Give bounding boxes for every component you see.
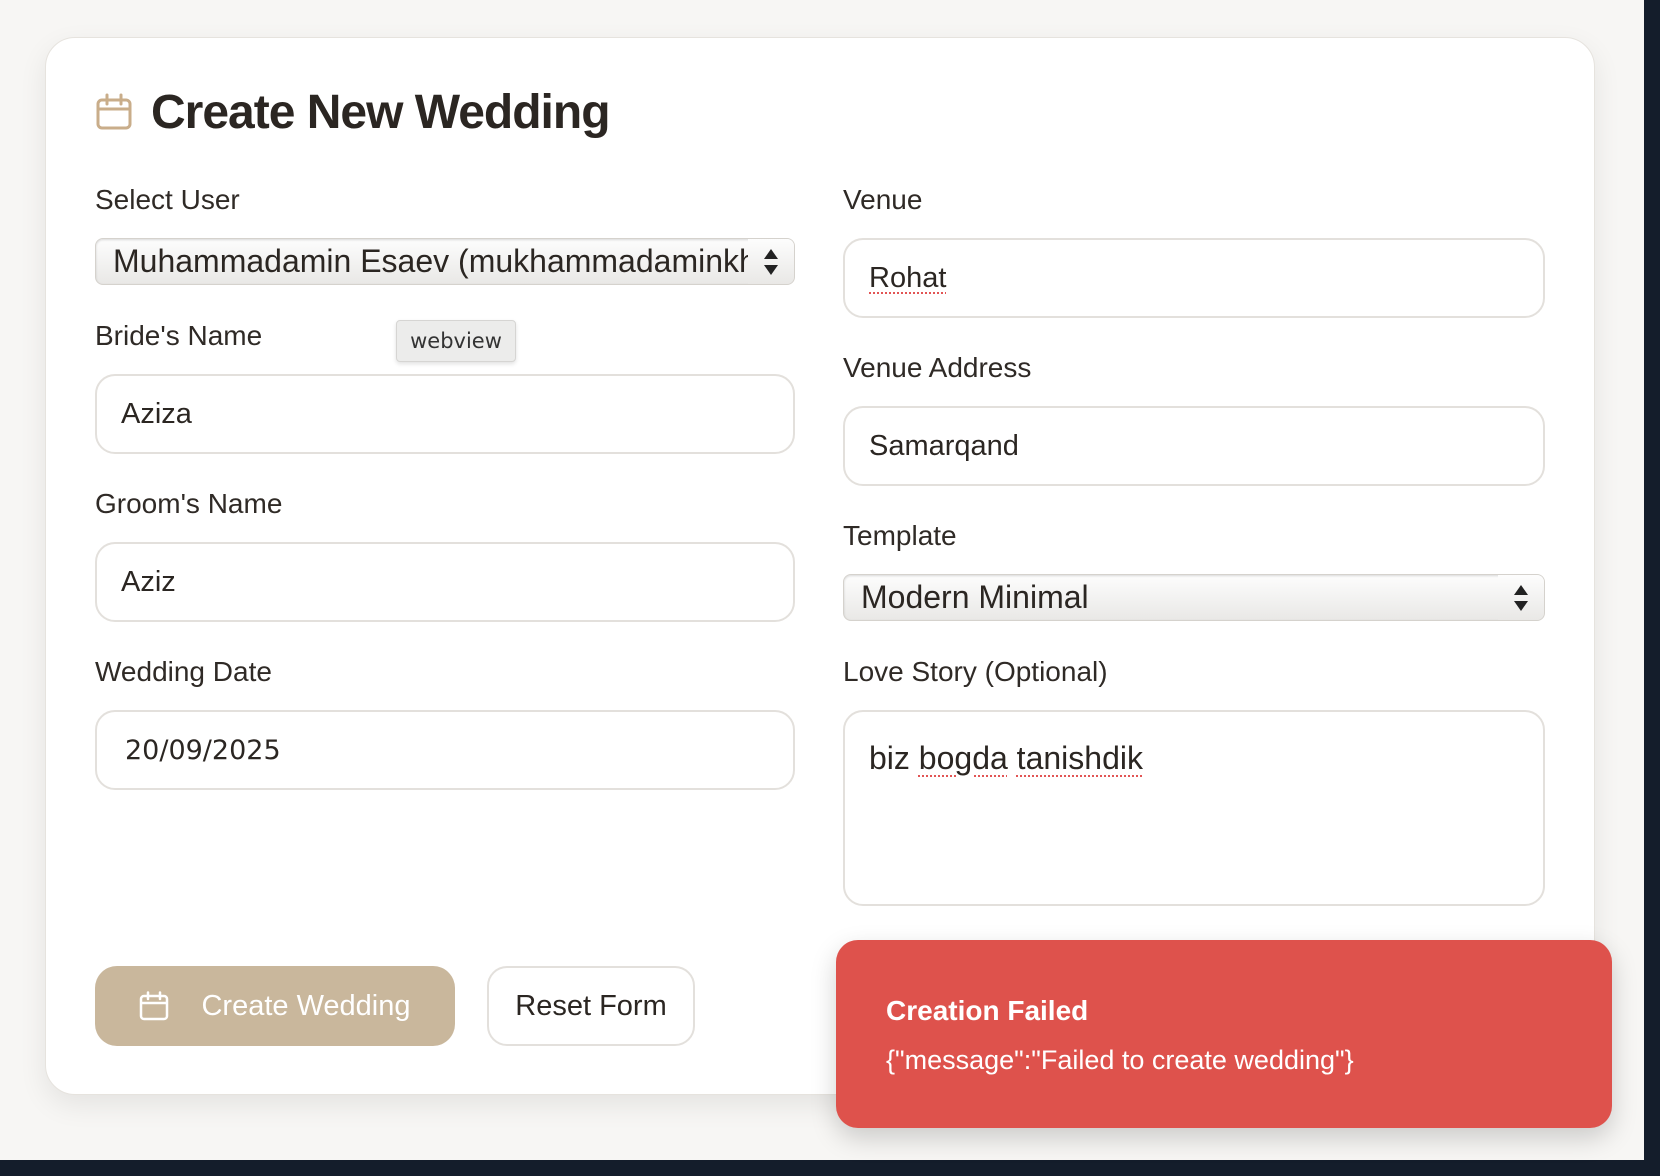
page-title: Create New Wedding	[151, 85, 611, 139]
wedding-date-value: 20/09/2025	[125, 734, 281, 766]
select-user-dropdown[interactable]: Muhammadamin Esaev (mukhammadaminkhoja	[95, 238, 795, 285]
select-user-value: Muhammadamin Esaev (mukhammadaminkhoja	[113, 243, 748, 279]
venue-value: Rohat	[869, 261, 947, 294]
venue-address-label: Venue Address	[843, 352, 1032, 383]
error-toast[interactable]: Creation Failed {"message":"Failed to cr…	[836, 940, 1612, 1128]
groom-name-input[interactable]: Aziz	[95, 542, 795, 622]
venue-input[interactable]: Rohat	[843, 238, 1545, 318]
window-edge-bottom	[0, 1160, 1660, 1176]
window-edge-right	[1644, 0, 1660, 1176]
webview-tooltip: webview	[396, 320, 516, 362]
toast-title: Creation Failed	[886, 995, 1089, 1026]
wedding-date-input[interactable]: 20/09/2025	[95, 710, 795, 790]
select-user-label: Select User	[95, 184, 240, 215]
reset-form-label: Reset Form	[515, 989, 667, 1022]
select-arrows-icon	[748, 239, 794, 284]
template-value: Modern Minimal	[861, 579, 1089, 615]
love-story-label: Love Story (Optional)	[843, 656, 1108, 687]
create-wedding-label: Create Wedding	[201, 989, 411, 1022]
venue-address-input[interactable]: Samarqand	[843, 406, 1545, 486]
select-arrows-icon	[1498, 575, 1544, 620]
tooltip-text: webview	[410, 329, 502, 353]
calendar-icon	[96, 93, 132, 130]
wedding-date-label: Wedding Date	[95, 656, 272, 687]
bride-name-input[interactable]: Aziza	[95, 374, 795, 454]
love-story-word: biz	[869, 740, 910, 776]
page-header: Create New Wedding	[95, 82, 611, 142]
bride-name-label: Bride's Name	[95, 320, 263, 351]
template-dropdown[interactable]: Modern Minimal	[843, 574, 1545, 621]
groom-name-value: Aziz	[121, 565, 176, 598]
love-story-word: tanishdik	[1016, 740, 1143, 776]
venue-address-value: Samarqand	[869, 429, 1019, 462]
toast-message: {"message":"Failed to create wedding"}	[886, 1045, 1354, 1075]
reset-form-button[interactable]: Reset Form	[487, 966, 695, 1046]
love-story-word: bogda	[918, 740, 1008, 776]
calendar-icon	[140, 991, 169, 1021]
create-wedding-button[interactable]: Create Wedding	[95, 966, 455, 1046]
bride-name-value: Aziza	[121, 397, 192, 430]
venue-label: Venue	[843, 184, 923, 215]
groom-name-label: Groom's Name	[95, 488, 283, 519]
template-label: Template	[843, 520, 957, 551]
love-story-textarea[interactable]: biz bogda tanishdik	[843, 710, 1545, 906]
